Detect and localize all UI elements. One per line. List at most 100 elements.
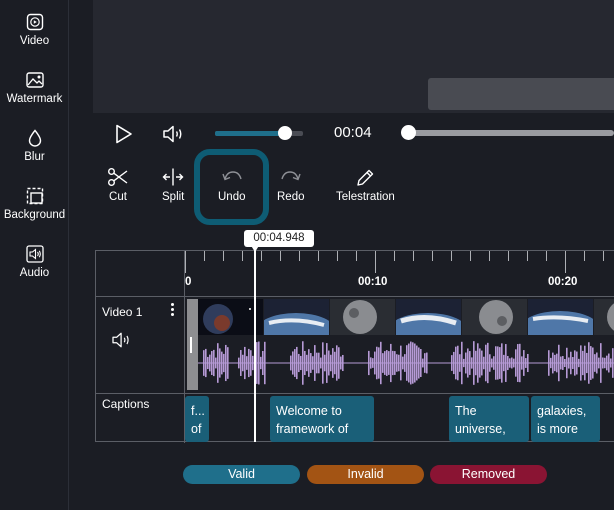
volume-slider-handle[interactable] — [278, 126, 293, 140]
sidebar-item-video[interactable]: Video — [0, 12, 69, 64]
video-preview — [93, 0, 614, 113]
waveform-bar — [471, 357, 473, 369]
waveform-bar — [256, 342, 258, 384]
ruler-tick — [546, 251, 547, 261]
track-volume-button[interactable] — [111, 331, 133, 354]
waveform-bar — [217, 343, 219, 383]
sidebar-item-label: Watermark — [6, 93, 63, 105]
video-thumbnail — [594, 299, 614, 335]
telestration-label: Telestration — [336, 191, 395, 203]
waveform-bar — [463, 358, 465, 368]
more-dot — [170, 308, 174, 311]
waveform-bar — [507, 355, 509, 371]
video-icon — [26, 13, 43, 31]
caption-block[interactable]: f... of — [185, 396, 209, 442]
waveform-bar — [416, 345, 418, 381]
waveform-bar — [424, 353, 426, 373]
waveform-bar — [606, 355, 608, 371]
waveform-bar — [602, 357, 604, 369]
waveform-bar — [404, 354, 406, 372]
waveform-bar — [505, 344, 507, 382]
cut-button[interactable]: Cut — [107, 167, 129, 203]
waveform-bar — [596, 352, 598, 374]
waveform-bar — [388, 351, 390, 375]
split-button[interactable]: Split — [162, 167, 184, 203]
waveform-bar — [215, 357, 217, 369]
waveform-bar — [402, 356, 404, 370]
sidebar-item-blur[interactable]: Blur — [0, 128, 69, 180]
waveform-bar — [612, 348, 614, 378]
waveform-bar — [578, 358, 580, 368]
waveform-bar — [264, 341, 266, 385]
waveform-bar — [332, 348, 334, 378]
caption-block[interactable]: Welcome to framework of — [270, 396, 374, 442]
caption-block[interactable]: galaxies, is more — [531, 396, 600, 442]
video-thumbnails[interactable] — [198, 299, 614, 335]
waveform-bar — [548, 350, 550, 376]
waveform-bar — [570, 351, 572, 375]
redo-button[interactable]: Redo — [277, 167, 305, 203]
waveform-bar — [225, 344, 227, 382]
waveform-bar — [414, 343, 416, 383]
waveform-bar — [412, 342, 414, 384]
waveform-bar — [560, 356, 562, 370]
sidebar-item-watermark[interactable]: Watermark — [0, 70, 69, 122]
waveform-bar — [227, 347, 229, 379]
sidebar-item-label: Blur — [24, 151, 45, 163]
waveform-bar — [378, 347, 380, 379]
waveform-bar — [598, 357, 600, 369]
caption-block[interactable]: The universe, — [449, 396, 529, 442]
volume-slider[interactable] — [215, 126, 303, 140]
video-thumbnail — [264, 299, 329, 335]
waveform-bar — [262, 351, 264, 375]
waveform-bar — [568, 357, 570, 369]
clip-trim-handle[interactable] — [187, 299, 198, 390]
waveform-bar — [572, 357, 574, 369]
waveform-bar — [298, 353, 300, 373]
waveform-bar — [294, 349, 296, 377]
waveform-bar — [400, 345, 402, 381]
left-sidebar: Video Watermark Blur Background Audio — [0, 0, 69, 510]
ruler-tick — [565, 251, 566, 273]
volume-button[interactable] — [162, 124, 186, 149]
waveform-bar — [418, 347, 420, 379]
playhead-marker[interactable] — [250, 244, 260, 252]
waveform-bar — [592, 347, 594, 379]
waveform-bar — [211, 351, 213, 375]
waveform-bar — [523, 350, 525, 376]
waveform-bar — [314, 345, 316, 381]
undo-button[interactable]: Undo — [218, 167, 246, 203]
ruler-tick — [603, 251, 604, 261]
waveform-bar — [312, 356, 314, 370]
seek-bar-handle[interactable] — [401, 125, 416, 140]
waveform-bar — [330, 354, 332, 372]
speaker-icon — [112, 332, 129, 348]
telestration-button[interactable]: Telestration — [336, 167, 395, 203]
time-ruler[interactable]: 0 00:10 00:20 — [185, 251, 614, 296]
ruler-tick — [204, 251, 205, 261]
waveform-bar — [461, 341, 463, 385]
redo-icon — [281, 171, 301, 181]
play-button[interactable] — [115, 124, 133, 149]
sidebar-item-label: Background — [3, 209, 66, 221]
current-time: 00:04 — [334, 124, 372, 141]
waveform-bar — [221, 351, 223, 375]
sidebar-item-audio[interactable]: Audio — [0, 244, 69, 296]
waveform-bar — [258, 341, 260, 385]
playhead[interactable] — [254, 245, 256, 442]
waveform-bar — [590, 346, 592, 380]
track-menu-button[interactable] — [169, 303, 175, 319]
ruler-tick — [527, 251, 528, 261]
waveform-bar — [238, 357, 240, 369]
ruler-tick — [242, 251, 243, 261]
sidebar-item-background[interactable]: Background — [0, 186, 69, 238]
waveform-bar — [515, 349, 517, 377]
seek-bar[interactable] — [401, 125, 614, 140]
waveform-bar — [550, 357, 552, 369]
waveform-bar — [376, 346, 378, 380]
waveform-bar — [306, 354, 308, 372]
waveform-bar — [600, 343, 602, 383]
watermark-icon — [25, 72, 44, 88]
waveform-bar — [426, 352, 428, 374]
waveform-bar — [205, 348, 207, 378]
